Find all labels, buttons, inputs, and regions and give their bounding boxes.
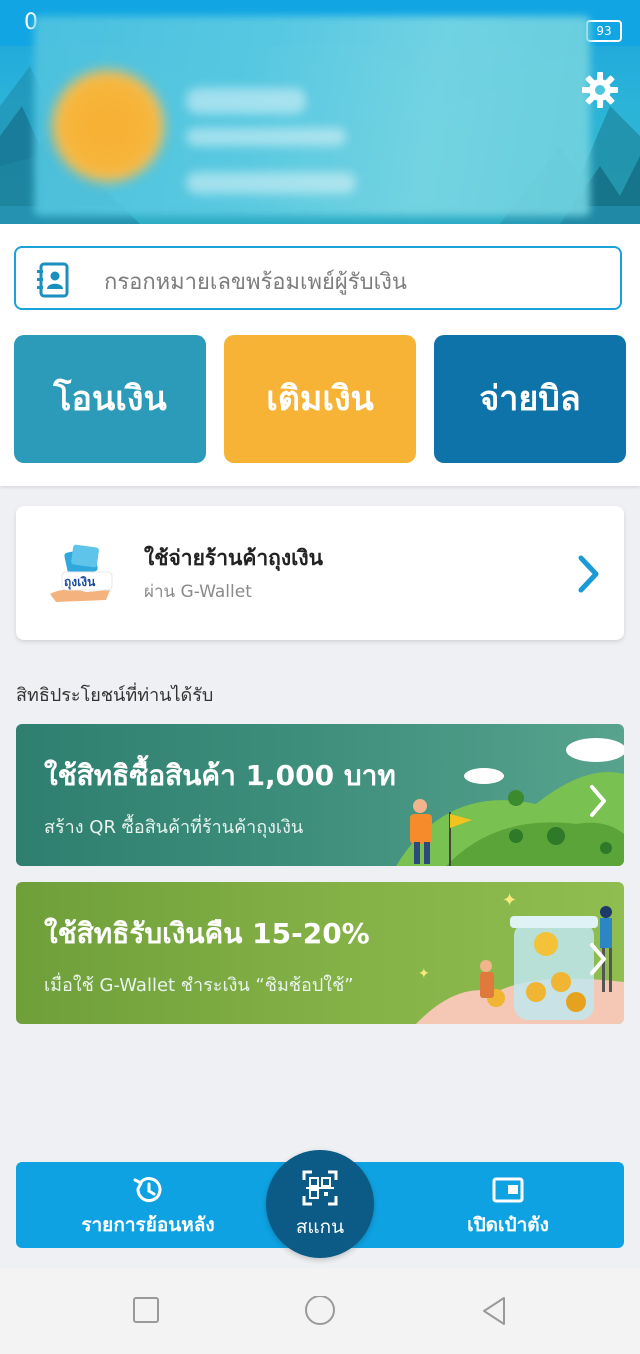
banner-purchase-title: ใช้สิทธิซื้อสินค้า 1,000 บาท (44, 759, 396, 792)
transfer-button[interactable]: โอนเงิน (14, 335, 206, 463)
benefit-banner-purchase[interactable]: ใช้สิทธิซื้อสินค้า 1,000 บาท สร้าง QR ซื… (16, 724, 624, 866)
open-wallet-nav-button[interactable]: เปิดเป๋าตัง (428, 1174, 588, 1240)
back-icon[interactable] (480, 1296, 508, 1328)
topup-button[interactable]: เติมเงิน (224, 335, 416, 463)
scan-label: สแกน (295, 1216, 345, 1238)
profile-header: 0 93 (0, 0, 640, 224)
battery-icon: 93 (586, 20, 622, 42)
svg-text:✦: ✦ (502, 890, 517, 911)
pay-bill-button[interactable]: จ่ายบิล (434, 335, 626, 463)
contact-book-icon[interactable] (36, 262, 72, 298)
search-placeholder: กรอกหมายเลขพร้อมเพย์ผู้รับเงิน (104, 270, 407, 295)
thung-ngoen-subtitle: ผ่าน G-Wallet (144, 582, 252, 602)
scan-button[interactable]: สแกน (266, 1150, 374, 1258)
chevron-right-icon (578, 555, 599, 593)
benefit-banner-cashback[interactable]: ✦ ✦ ใช้สิทธิรับเงินคืน 15-20% เมื่อใช้ G… (16, 882, 624, 1024)
avatar[interactable] (52, 70, 164, 182)
recent-apps-icon[interactable] (132, 1296, 160, 1324)
quick-actions-panel: กรอกหมายเลขพร้อมเพย์ผู้รับเงิน โอนเงิน เ… (0, 224, 640, 486)
thung-ngoen-card[interactable]: ถุงเงิน ใช้จ่ายร้านค้าถุงเงิน ผ่าน G-Wal… (16, 506, 624, 640)
svg-text:✦: ✦ (418, 966, 430, 982)
user-balance-redacted (186, 172, 356, 194)
thung-ngoen-logo-text: ถุงเงิน (64, 575, 96, 590)
history-icon (133, 1177, 162, 1203)
open-wallet-label: เปิดเป๋าตัง (467, 1214, 549, 1236)
wallet-icon (492, 1177, 524, 1203)
thung-ngoen-logo: ถุงเงิน (50, 544, 113, 602)
system-navigation-bar (0, 1268, 640, 1354)
promptpay-search-input[interactable]: กรอกหมายเลขพร้อมเพย์ผู้รับเงิน (14, 246, 622, 310)
history-nav-button[interactable]: รายการย้อนหลัง (76, 1174, 220, 1240)
gear-icon[interactable] (580, 70, 620, 110)
user-id-redacted (186, 128, 346, 146)
thung-ngoen-title: ใช้จ่ายร้านค้าถุงเงิน (144, 546, 323, 570)
benefits-section-title: สิทธิประโยชน์ที่ท่านได้รับ (16, 685, 214, 706)
chevron-right-icon (590, 785, 606, 817)
banner-purchase-subtitle: สร้าง QR ซื้อสินค้าที่ร้านค้าถุงเงิน (44, 817, 304, 838)
home-icon[interactable] (303, 1296, 337, 1330)
banner-cashback-title: ใช้สิทธิรับเงินคืน 15-20% (44, 917, 370, 950)
history-label: รายการย้อนหลัง (81, 1214, 215, 1236)
banner-cashback-subtitle: เมื่อใช้ G-Wallet ชำระเงิน “ชิมช้อปใช้” (44, 975, 354, 996)
user-name-redacted (186, 88, 306, 114)
chevron-right-icon (590, 943, 606, 975)
qr-scan-icon (302, 1170, 338, 1206)
